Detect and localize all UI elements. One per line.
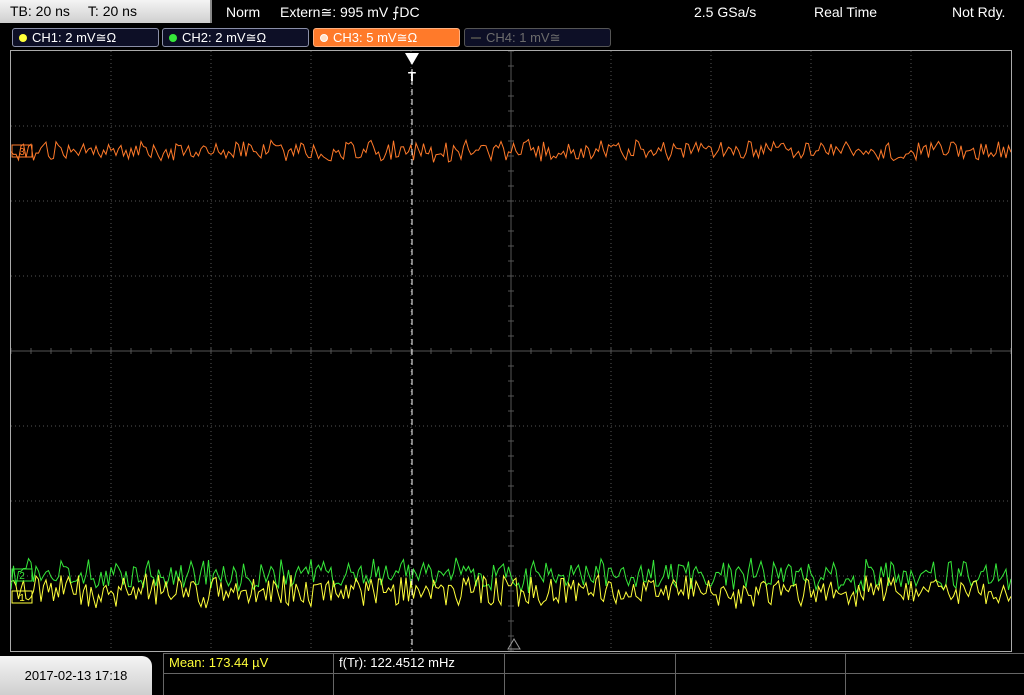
ch3-marker-label: 3 (19, 147, 25, 158)
trigger-marker: T (408, 69, 416, 84)
datetime-box: 2017-02-13 17:18 (0, 656, 152, 695)
measurement-divider (163, 653, 164, 695)
ch1-dot-icon (19, 34, 27, 42)
status-bar: TB: 20 ns T: 20 ns Norm Extern≅: 995 mV ⨍… (0, 0, 1024, 24)
waveform-display[interactable]: T 3 2 1 (11, 51, 1011, 651)
measurement-bar: Mean: 173.44 µV f(Tr): 122.4512 mHz (163, 653, 1024, 695)
measurement-divider (845, 653, 846, 695)
measurement-divider (675, 653, 676, 695)
measurement-mean[interactable]: Mean: 173.44 µV (169, 653, 268, 673)
channel-tab-ch4[interactable]: CH4: 1 mV≅ (464, 28, 611, 47)
ch1-level-marker[interactable]: 1 (11, 590, 33, 604)
trigger-source[interactable]: Extern≅: 995 mV ⨍DC (280, 0, 420, 24)
measurement-divider (504, 653, 505, 695)
measurement-frequency[interactable]: f(Tr): 122.4512 mHz (339, 653, 455, 673)
ch4-dash-icon (471, 37, 481, 39)
ch2-dot-icon (169, 34, 177, 42)
trigger-arrow-icon[interactable] (405, 53, 419, 65)
channel-tab-label: CH3: 5 mV≅Ω (333, 30, 418, 45)
channel-tab-label: CH1: 2 mV≅Ω (32, 30, 117, 45)
measurement-divider (163, 653, 1024, 654)
trigger-mode[interactable]: Norm (226, 0, 260, 24)
timebase-box[interactable]: TB: 20 ns T: 20 ns (0, 0, 212, 23)
measurement-divider (333, 653, 334, 695)
channel-bar: CH1: 2 mV≅Ω CH2: 2 mV≅Ω CH3: 5 mV≅Ω CH4:… (0, 26, 1024, 48)
ch3-level-marker[interactable]: 3 (11, 144, 33, 158)
ch2-marker-label: 2 (19, 571, 25, 582)
acquisition-mode[interactable]: Real Time (814, 0, 877, 24)
timebase-label: TB: 20 ns (10, 3, 70, 19)
channel-tab-ch1[interactable]: CH1: 2 mV≅Ω (12, 28, 159, 47)
sample-rate[interactable]: 2.5 GSa/s (694, 0, 756, 24)
grid-lines (11, 51, 1011, 651)
channel-tab-label: CH2: 2 mV≅Ω (182, 30, 267, 45)
trigger-offset-arrow-icon (507, 638, 521, 650)
trigger-time-label: T: 20 ns (87, 3, 137, 19)
measurement-divider (163, 673, 1024, 674)
channel-tab-ch3[interactable]: CH3: 5 mV≅Ω (313, 28, 460, 47)
run-state[interactable]: Not Rdy. (952, 0, 1005, 24)
channel-tab-label: CH4: 1 mV≅ (486, 30, 561, 45)
datetime-label: 2017-02-13 17:18 (24, 668, 128, 683)
ch1-marker-label: 1 (19, 593, 25, 604)
ch3-dot-icon (320, 34, 328, 42)
channel-tab-ch2[interactable]: CH2: 2 mV≅Ω (162, 28, 309, 47)
